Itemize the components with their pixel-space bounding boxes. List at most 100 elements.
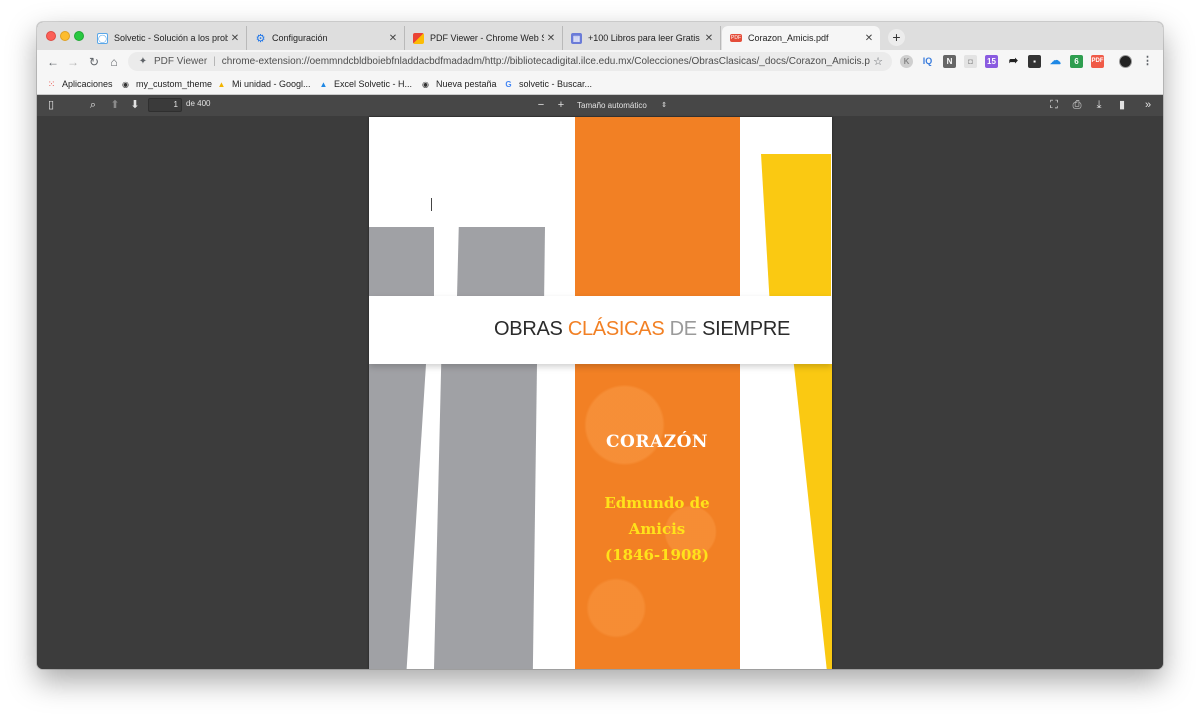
author-line: Amicis bbox=[628, 520, 686, 538]
green-extension-icon[interactable]: 6 bbox=[1070, 55, 1083, 68]
pdf-icon: PDF bbox=[730, 34, 742, 42]
bookmark-solvetic-buscar[interactable]: G solvetic - Buscar... bbox=[503, 78, 592, 90]
reload-icon[interactable]: ↻ bbox=[86, 54, 102, 70]
fullscreen-icon[interactable]: ⛶ bbox=[1046, 98, 1062, 113]
tab-label: PDF Viewer - Chrome Web Sto bbox=[430, 33, 544, 43]
book-author: Edmundo de Amicis (1846-1908) bbox=[575, 490, 739, 568]
bookmark-mi-unidad[interactable]: ▲ Mi unidad - Googl... bbox=[216, 78, 311, 90]
series-word-obras: OBRAS bbox=[494, 318, 568, 340]
bookmark-label: Excel Solvetic - H... bbox=[334, 79, 413, 89]
series-word-de: DE bbox=[669, 318, 703, 340]
image-icon: ▦ bbox=[571, 32, 582, 44]
tab-configuracion[interactable]: ⚙ Configuración ✕ bbox=[247, 26, 405, 50]
address-bar[interactable]: ✦ PDF Viewer | chrome-extension://oemmnd… bbox=[128, 52, 892, 71]
next-page-icon[interactable]: ⬇ bbox=[127, 98, 143, 113]
search-icon[interactable]: ⌕ bbox=[85, 98, 101, 113]
browser-window: ◯ Solvetic - Solución a los proble ✕ ⚙ C… bbox=[37, 22, 1163, 669]
tab-label: Solvetic - Solución a los proble bbox=[114, 33, 228, 43]
solvetic-icon: ◯ bbox=[97, 32, 108, 44]
close-icon[interactable]: ✕ bbox=[862, 33, 876, 44]
author-line: Edmundo de bbox=[604, 494, 710, 512]
avatar[interactable] bbox=[1119, 55, 1132, 68]
url-text[interactable]: chrome-extension://oemmndcbldboiebfnladd… bbox=[222, 56, 870, 67]
iq-icon[interactable]: IQ bbox=[921, 55, 934, 68]
zoom-out-icon[interactable]: − bbox=[533, 98, 549, 113]
cover-yellow-stripe bbox=[793, 364, 832, 669]
chrome-web-store-icon bbox=[413, 32, 424, 44]
page-number-input[interactable]: 1 bbox=[148, 98, 182, 112]
divider: | bbox=[213, 56, 216, 67]
forward-arrow-icon[interactable]: → bbox=[65, 54, 81, 70]
series-word-clasicas: CLÁSICAS bbox=[567, 318, 670, 340]
tab-libros[interactable]: ▦ +100 Libros para leer Gratis en ✕ bbox=[563, 26, 721, 50]
book-title: CORAZÓN bbox=[606, 432, 708, 452]
cover-yellow-block bbox=[761, 154, 831, 297]
gear-icon: ⚙ bbox=[255, 32, 266, 45]
page-count: de 400 bbox=[186, 99, 211, 108]
bookmark-my-custom-theme[interactable]: ◉ my_custom_theme bbox=[120, 78, 212, 90]
cover-orange-block bbox=[575, 117, 740, 297]
tab-label: +100 Libros para leer Gratis en bbox=[588, 33, 702, 43]
extension-name: PDF Viewer bbox=[154, 56, 208, 67]
menu-kebab-icon[interactable]: ⋮ bbox=[1141, 55, 1154, 68]
zoom-in-icon[interactable]: + bbox=[553, 98, 569, 113]
series-title: OBRAS CLÁSICAS DE SIEMPRE bbox=[494, 318, 790, 341]
notion-icon[interactable]: N bbox=[943, 55, 956, 68]
google-drive-icon: ▲ bbox=[319, 79, 328, 89]
todoist-icon[interactable]: 15 bbox=[985, 55, 998, 68]
close-icon[interactable]: ✕ bbox=[228, 33, 242, 44]
bookmark-icon[interactable]: ▮ bbox=[1114, 98, 1130, 113]
bookmark-nueva-pestana[interactable]: ◉ Nueva pestaña bbox=[420, 78, 497, 90]
download-icon[interactable]: ⤓ bbox=[1091, 98, 1107, 113]
cover-gray-stripe bbox=[369, 364, 426, 669]
bookmarks-bar: ⁙ Aplicaciones ◉ my_custom_theme ▲ Mi un… bbox=[37, 73, 1163, 95]
close-icon[interactable]: ✕ bbox=[702, 33, 716, 44]
new-tab-button[interactable]: + bbox=[888, 29, 905, 46]
tab-chrome-web-store[interactable]: PDF Viewer - Chrome Web Sto ✕ bbox=[405, 26, 563, 50]
pocket-icon[interactable]: ◘ bbox=[964, 55, 977, 68]
browser-toolbar: ← → ↻ ⌂ ✦ PDF Viewer | chrome-extension:… bbox=[37, 50, 1163, 73]
home-icon[interactable]: ⌂ bbox=[106, 54, 122, 70]
globe-icon: ◉ bbox=[422, 79, 429, 89]
tab-strip: ◯ Solvetic - Solución a los proble ✕ ⚙ C… bbox=[37, 22, 1163, 50]
share-arrow-icon[interactable]: ➦ bbox=[1007, 55, 1020, 68]
minimize-window-button[interactable] bbox=[60, 31, 70, 41]
close-icon[interactable]: ✕ bbox=[386, 33, 400, 44]
star-icon[interactable]: ☆ bbox=[870, 55, 886, 68]
pdf-viewer-area[interactable]: OBRAS CLÁSICAS DE SIEMPRE CORAZÓN Edmund… bbox=[37, 116, 1163, 669]
pdf-page: OBRAS CLÁSICAS DE SIEMPRE CORAZÓN Edmund… bbox=[369, 117, 832, 669]
tab-solvetic[interactable]: ◯ Solvetic - Solución a los proble ✕ bbox=[89, 26, 247, 50]
bookmark-excel-solvetic[interactable]: ▲ Excel Solvetic - H... bbox=[318, 78, 413, 90]
zoom-select-value: Tamaño automático bbox=[577, 101, 647, 110]
bookmark-label: Nueva pestaña bbox=[436, 79, 497, 89]
google-drive-icon: ▲ bbox=[217, 79, 226, 89]
sidebar-toggle-icon[interactable]: ▯ bbox=[43, 98, 59, 113]
tab-label: Corazon_Amicis.pdf bbox=[748, 33, 829, 43]
pdf-extension-icon[interactable]: PDF bbox=[1091, 55, 1104, 68]
maximize-window-button[interactable] bbox=[74, 31, 84, 41]
circle-k-icon[interactable]: K bbox=[900, 55, 913, 68]
tab-corazon-pdf[interactable]: PDF Corazon_Amicis.pdf ✕ bbox=[722, 26, 880, 50]
tools-chevron-icon[interactable]: » bbox=[1140, 98, 1156, 113]
pdf-toolbar: ▯ ⌕ ⬆ ⬇ 1 de 400 − + Tamaño automático ⇕… bbox=[37, 95, 1163, 116]
close-window-button[interactable] bbox=[46, 31, 56, 41]
cloud-icon[interactable]: ☁ bbox=[1049, 55, 1062, 68]
puzzle-icon: ✦ bbox=[138, 56, 148, 67]
cover-gray-block bbox=[369, 227, 434, 297]
save-icon[interactable]: ▪ bbox=[1028, 55, 1041, 68]
bookmark-label: Mi unidad - Googl... bbox=[232, 79, 311, 89]
bookmark-aplicaciones[interactable]: ⁙ Aplicaciones bbox=[46, 78, 113, 90]
bookmark-label: my_custom_theme bbox=[136, 79, 213, 89]
globe-icon: ◉ bbox=[122, 79, 129, 89]
series-band: OBRAS CLÁSICAS DE SIEMPRE bbox=[369, 296, 832, 364]
bookmark-label: Aplicaciones bbox=[62, 79, 113, 89]
back-arrow-icon[interactable]: ← bbox=[45, 54, 61, 70]
print-icon[interactable]: ⎙ bbox=[1069, 98, 1085, 113]
previous-page-icon[interactable]: ⬆ bbox=[107, 98, 123, 113]
close-icon[interactable]: ✕ bbox=[544, 33, 558, 44]
zoom-select[interactable]: Tamaño automático ⇕ bbox=[573, 98, 671, 113]
cover-gray-stripe bbox=[434, 364, 537, 669]
text-cursor bbox=[431, 198, 432, 211]
chevron-updown-icon: ⇕ bbox=[661, 102, 667, 109]
apps-grid-icon: ⁙ bbox=[47, 78, 56, 89]
